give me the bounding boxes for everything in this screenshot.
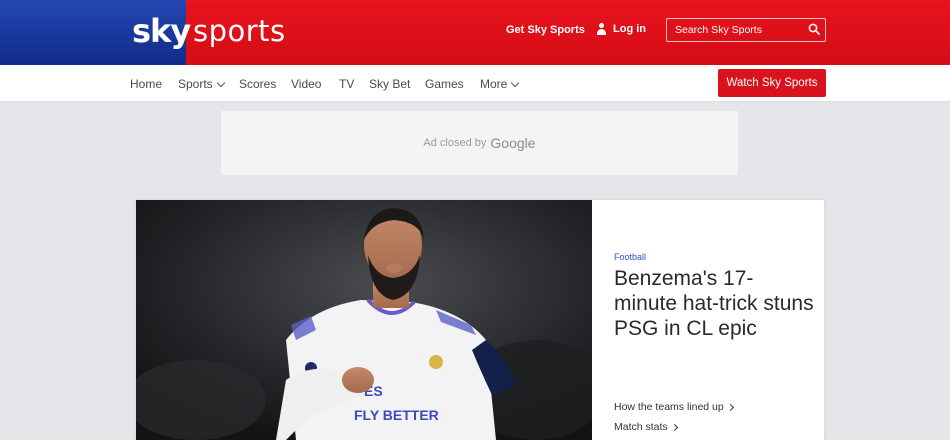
- get-sky-sports-link[interactable]: Get Sky Sports: [506, 24, 585, 36]
- shirt-sponsor-text: FLY BETTER: [354, 407, 439, 423]
- chevron-right-icon: [726, 403, 734, 411]
- chevron-down-icon: [511, 78, 520, 87]
- ad-closed-text: Ad closed by: [423, 137, 487, 149]
- search-input[interactable]: [666, 18, 826, 42]
- nav-label: Sports: [178, 77, 213, 91]
- hero-image[interactable]: ES FLY BETTER: [136, 200, 592, 440]
- google-logo: Google: [490, 135, 536, 151]
- category-tag[interactable]: Football: [614, 252, 646, 262]
- user-icon: [596, 23, 607, 35]
- nav-item-home[interactable]: Home: [130, 77, 162, 91]
- nav-item-sports[interactable]: Sports: [178, 77, 225, 91]
- hero-story-card[interactable]: ES FLY BETTER Football Benzema's 17-minu…: [136, 200, 824, 440]
- nav-label: Home: [130, 77, 163, 91]
- nav-item-video[interactable]: Video: [291, 77, 321, 91]
- chevron-down-icon: [216, 78, 225, 87]
- nav-item-tv[interactable]: TV: [339, 77, 354, 91]
- related-label: Match stats: [614, 421, 668, 433]
- nav-label: TV: [339, 77, 355, 91]
- nav-item-scores[interactable]: Scores: [239, 77, 276, 91]
- sports-logo[interactable]: sports: [193, 14, 286, 48]
- chevron-right-icon: [670, 423, 678, 431]
- watch-sky-sports-button[interactable]: Watch Sky Sports: [718, 69, 826, 97]
- nav-item-sky-bet[interactable]: Sky Bet: [369, 77, 410, 91]
- footballer-photo: ES FLY BETTER: [136, 200, 592, 440]
- sky-logo[interactable]: sky: [132, 12, 191, 50]
- nav-label: Video: [291, 77, 322, 91]
- hero-headline[interactable]: Benzema's 17-minute hat-trick stuns PSG …: [614, 266, 814, 341]
- nav-label: Sky Bet: [369, 77, 411, 91]
- main-navigation: Home Sports Scores Video TV Sky Bet Game…: [0, 65, 950, 102]
- nav-item-games[interactable]: Games: [425, 77, 464, 91]
- related-link-lineups[interactable]: How the teams lined up: [614, 401, 734, 413]
- nav-label: Scores: [239, 77, 277, 91]
- hero-text-panel: Football Benzema's 17-minute hat-trick s…: [592, 200, 824, 440]
- login-label: Log in: [613, 23, 646, 35]
- login-link[interactable]: Log in: [596, 23, 646, 35]
- nav-label: Games: [425, 77, 464, 91]
- related-label: How the teams lined up: [614, 401, 724, 413]
- search-icon[interactable]: [808, 23, 820, 35]
- related-link-match-stats[interactable]: Match stats: [614, 421, 678, 433]
- top-header: sky sports Get Sky Sports Log in: [0, 0, 950, 65]
- ad-placeholder: Ad closed by Google: [221, 111, 738, 175]
- nav-label: More: [480, 77, 508, 91]
- nav-item-more[interactable]: More: [480, 77, 520, 91]
